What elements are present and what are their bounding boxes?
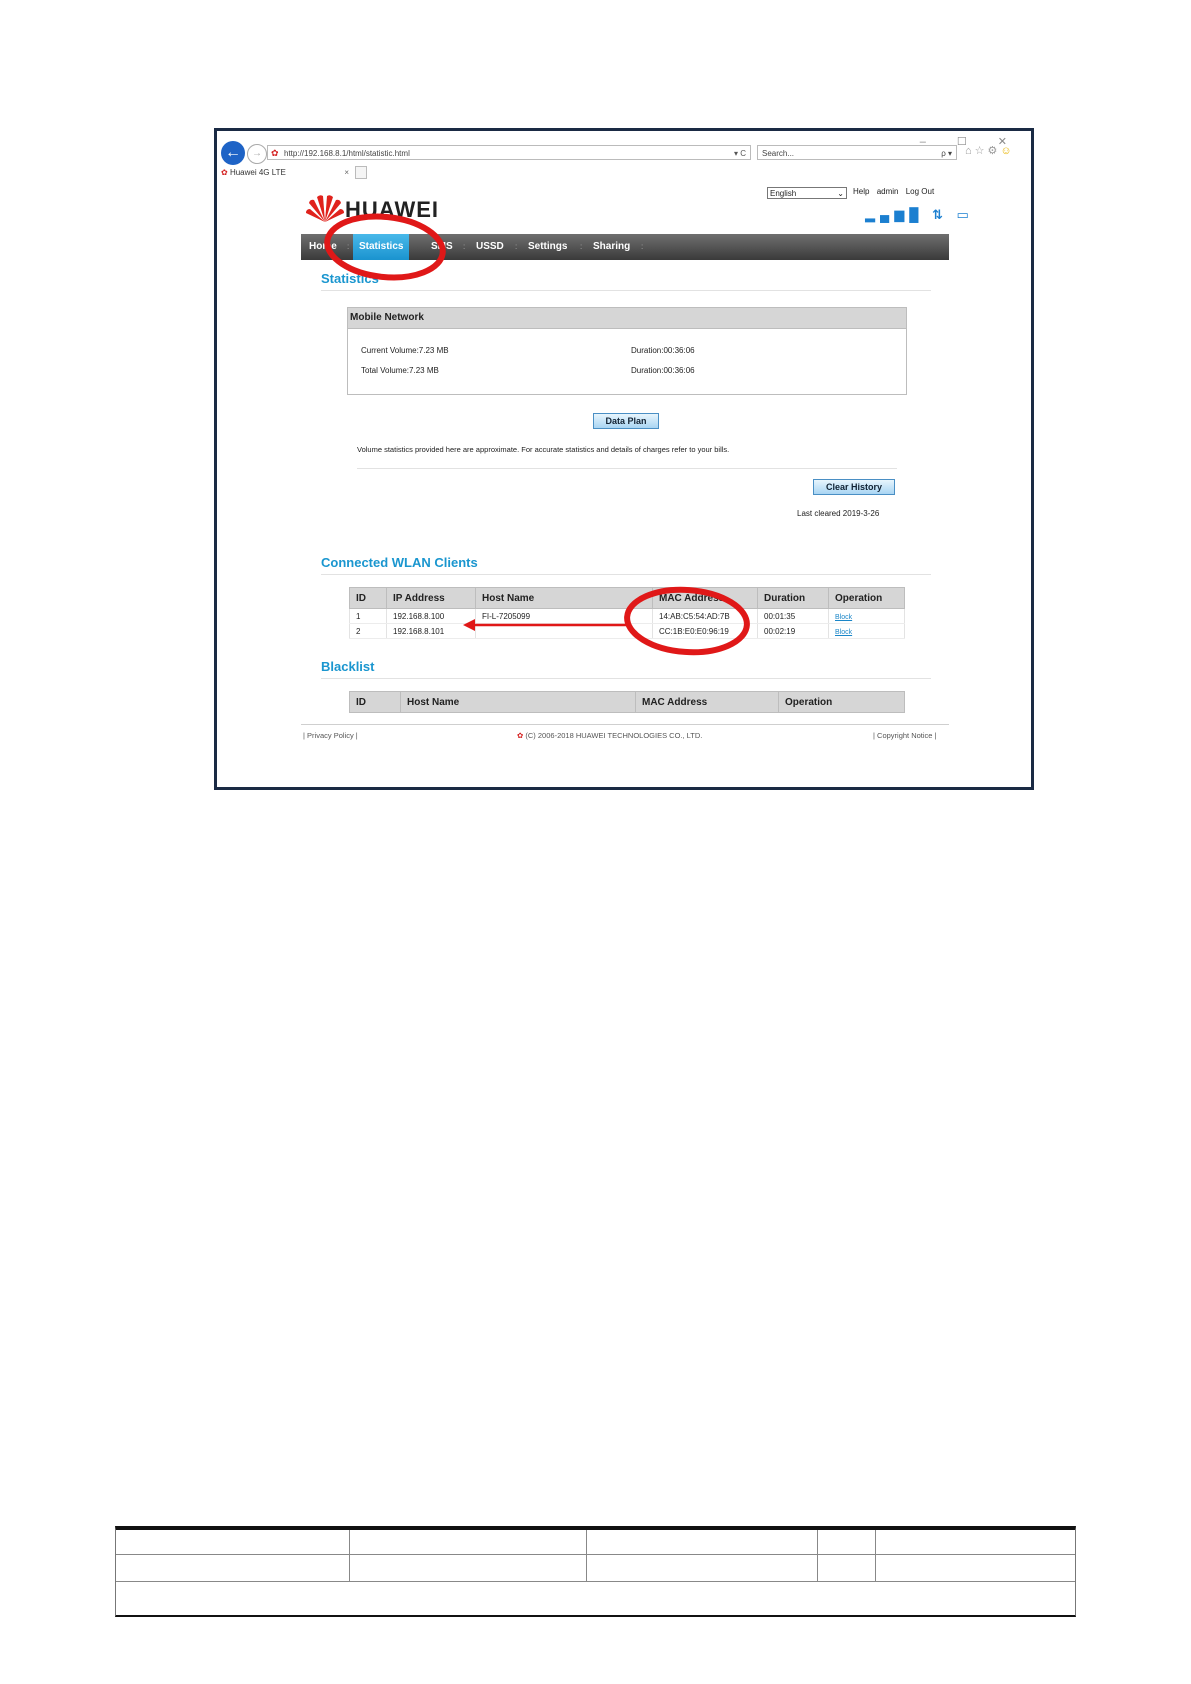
table-row-divider <box>116 1554 1075 1555</box>
table-column-divider <box>586 1530 587 1582</box>
document-table <box>115 1526 1076 1617</box>
browser-screenshot: – ☐ ✕ ← → ✿ http://192.168.8.1/html/stat… <box>214 128 1034 790</box>
table-column-divider <box>875 1530 876 1582</box>
annotation-overlay <box>324 213 750 656</box>
mac-highlight-ellipse <box>624 586 750 656</box>
table-row-divider <box>116 1581 1075 1582</box>
table-column-divider <box>349 1530 350 1582</box>
annotation-arrowhead <box>463 619 475 631</box>
statistics-highlight-ellipse <box>324 213 446 281</box>
table-column-divider <box>817 1530 818 1582</box>
